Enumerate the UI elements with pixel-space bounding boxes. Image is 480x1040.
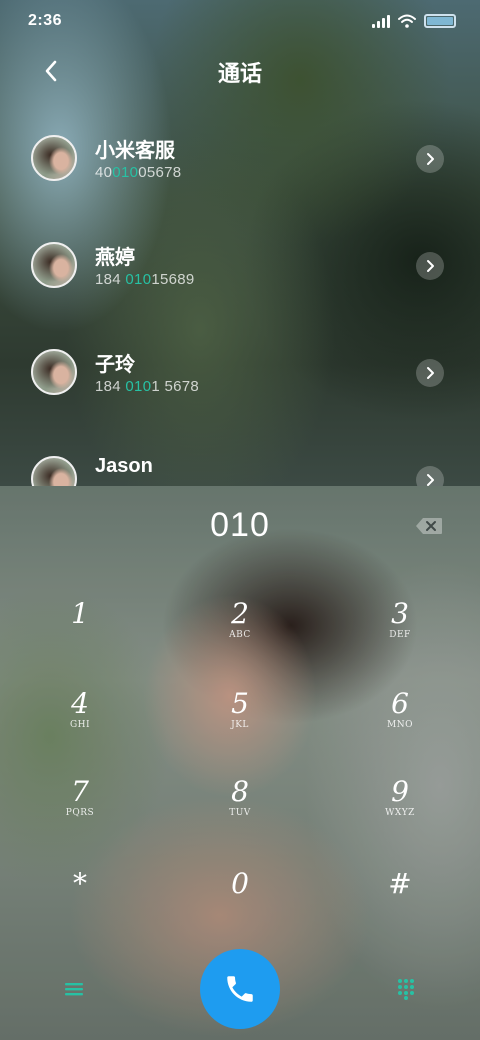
status-time: 2:36 [28, 12, 63, 29]
number-match: 010 [112, 164, 139, 181]
header: 通话 [0, 46, 480, 96]
number-match: 010 [125, 378, 152, 395]
bottom-bar [0, 944, 480, 1040]
key-5[interactable]: 5 JKL [180, 668, 300, 748]
contact-detail-button[interactable] [416, 252, 444, 280]
key-star[interactable]: * [20, 848, 140, 928]
status-bar: 2:36 [0, 0, 480, 42]
signal-icon [372, 14, 390, 28]
battery-level [427, 17, 453, 25]
keypad: 1 2 ABC 3 DEF 4 GHI 5 JKL 6 MNO 7 PQRS 8… [0, 578, 480, 938]
number-prefix: 40 [95, 164, 113, 181]
number-match: 010 [125, 271, 152, 288]
dialed-number: 010 [210, 506, 270, 544]
call-button[interactable] [200, 949, 280, 1029]
contact-detail-button[interactable] [416, 359, 444, 387]
key-digit: 8 [231, 775, 249, 808]
key-digit: 7 [71, 775, 89, 808]
key-letters: GHI [69, 720, 91, 730]
dialpad-toggle-button[interactable] [388, 974, 424, 1004]
key-digit: 0 [231, 867, 249, 900]
chevron-right-icon [427, 367, 434, 379]
contact-detail-button[interactable] [416, 466, 444, 486]
key-7[interactable]: 7 PQRS [20, 756, 140, 836]
page-title: 通话 [217, 61, 262, 86]
key-digit: 3 [391, 597, 409, 630]
key-0[interactable]: 0 [180, 848, 300, 928]
contact-item-yanting[interactable]: 燕婷 184 01015689 [0, 223, 480, 323]
key-digit: 5 [231, 687, 249, 720]
number-prefix: 184 [95, 271, 126, 288]
contact-list: 小米客服 4001005678 燕婷 184 01015689 子玲 184 0… [0, 116, 480, 486]
contact-number: 4001005678 [95, 164, 181, 181]
avatar [31, 349, 77, 395]
chevron-right-icon [427, 474, 434, 486]
contact-number: 184 0101 5678 [95, 378, 199, 395]
key-digit: 2 [231, 597, 249, 630]
key-letters: DEF [389, 630, 411, 640]
key-digit: 6 [391, 687, 409, 720]
dial-display: 010 [0, 488, 480, 568]
key-1[interactable]: 1 [20, 578, 140, 658]
key-6[interactable]: 6 MNO [340, 668, 460, 748]
contact-item-xiaomi-service[interactable]: 小米客服 4001005678 [0, 116, 480, 216]
contact-name: Jason [95, 455, 153, 477]
key-3[interactable]: 3 DEF [340, 578, 460, 658]
key-digit: 1 [71, 597, 89, 630]
key-digit: * [73, 867, 87, 900]
wifi-icon [398, 14, 416, 28]
contact-detail-button[interactable] [416, 145, 444, 173]
phone-icon [227, 976, 253, 1002]
battery-icon [424, 14, 456, 28]
number-suffix: 1 5678 [151, 378, 200, 395]
number-prefix: 184 [95, 378, 126, 395]
key-hash[interactable]: # [340, 848, 460, 928]
contact-name: 小米客服 [95, 138, 175, 162]
number-suffix: 05678 [138, 164, 182, 181]
key-4[interactable]: 4 GHI [20, 668, 140, 748]
key-letters: MNO [387, 720, 413, 730]
key-letters: JKL [231, 720, 249, 730]
menu-button[interactable] [56, 974, 92, 1004]
status-icons [372, 14, 456, 28]
avatar [31, 242, 77, 288]
backspace-icon [416, 518, 442, 534]
chevron-right-icon [427, 260, 434, 272]
menu-icon [65, 983, 83, 996]
chevron-right-icon [427, 153, 434, 165]
key-digit: 4 [71, 687, 89, 720]
key-digit: 9 [391, 775, 409, 808]
key-letters: TUV [229, 808, 251, 818]
contact-name: 子玲 [95, 352, 135, 376]
dialpad-icon [398, 979, 414, 1000]
key-digit: # [388, 867, 412, 900]
avatar [31, 135, 77, 181]
key-letters: ABC [229, 630, 251, 640]
contact-item-jason[interactable]: Jason [0, 437, 480, 486]
delete-button[interactable] [414, 516, 446, 538]
key-9[interactable]: 9 WXYZ [340, 756, 460, 836]
number-suffix: 15689 [151, 271, 195, 288]
avatar [31, 456, 77, 486]
contact-number: 184 01015689 [95, 271, 195, 288]
key-letters: PQRS [65, 808, 95, 818]
key-letters: WXYZ [385, 808, 415, 818]
contact-item-ziling[interactable]: 子玲 184 0101 5678 [0, 330, 480, 430]
key-2[interactable]: 2 ABC [180, 578, 300, 658]
contact-name: 燕婷 [95, 245, 135, 269]
key-8[interactable]: 8 TUV [180, 756, 300, 836]
